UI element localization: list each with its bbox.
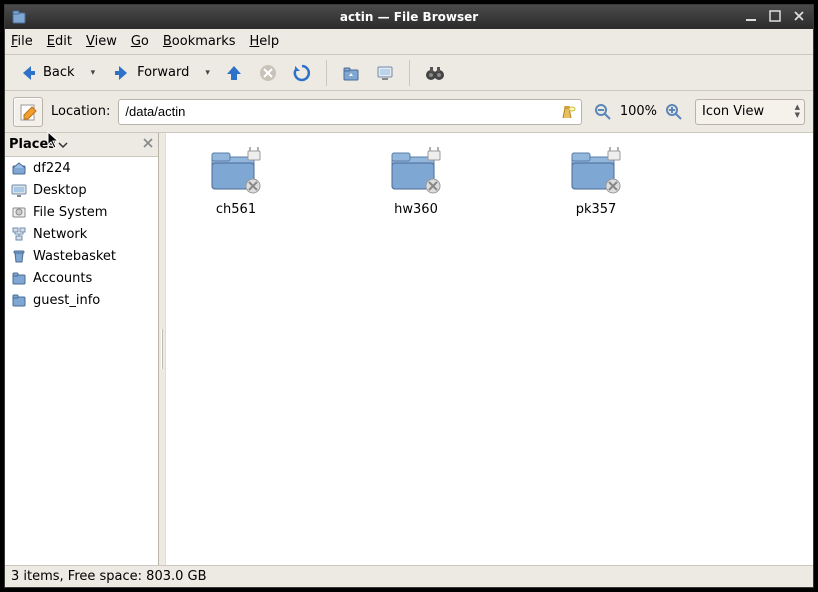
folder-icon [568, 147, 624, 197]
sidebar-close-button[interactable] [142, 137, 154, 153]
file-label: hw360 [390, 201, 442, 218]
sidebar-title: Places [9, 137, 56, 152]
computer-icon [375, 63, 395, 83]
status-text: 3 items, Free space: 803.0 GB [11, 569, 207, 584]
sidebar-item-label: guest_info [33, 293, 100, 308]
search-button[interactable] [420, 60, 450, 86]
file-label: ch561 [212, 201, 260, 218]
menubar: File Edit View Go Bookmarks Help [5, 29, 813, 55]
back-button[interactable]: Back [11, 59, 81, 87]
zoom-in-button[interactable] [661, 100, 687, 124]
file-browser-window: actin — File Browser File Edit View Go B… [4, 4, 814, 588]
forward-history-dropdown[interactable]: ▾ [201, 68, 214, 78]
sidebar-item-label: File System [33, 205, 107, 220]
forward-button[interactable]: Forward [105, 59, 195, 87]
icon-grid: ch561 hw360 pk357 [166, 133, 813, 232]
view-mode-select[interactable]: Icon View ▲▼ [695, 99, 805, 125]
arrow-right-icon [111, 62, 133, 84]
forward-label: Forward [137, 65, 189, 80]
reload-icon [292, 63, 312, 83]
menu-go[interactable]: Go [131, 34, 149, 49]
sidebar-item-desktop[interactable]: Desktop [5, 179, 158, 201]
folder-pk357[interactable]: pk357 [546, 143, 646, 222]
location-input[interactable] [118, 99, 581, 125]
minimize-button[interactable] [741, 7, 761, 25]
home-folder-icon [341, 63, 361, 83]
clear-location-icon[interactable] [560, 104, 576, 120]
binoculars-icon [424, 63, 446, 83]
up-button[interactable] [220, 60, 248, 86]
arrow-left-icon [17, 62, 39, 84]
sidebar-item-accounts[interactable]: Accounts [5, 267, 158, 289]
location-label: Location: [51, 104, 110, 119]
content-pane[interactable]: ch561 hw360 pk357 [165, 133, 813, 565]
close-icon [142, 137, 154, 149]
sidebar: Places df224 Desktop File System Network Was… [5, 133, 159, 565]
maximize-button[interactable] [765, 7, 785, 25]
location-bar: Location: 100% Icon View ▲▼ [5, 91, 813, 133]
zoom-out-button[interactable] [590, 100, 616, 124]
zoom-in-icon [665, 103, 683, 121]
close-button[interactable] [789, 7, 809, 25]
menu-file[interactable]: File [11, 34, 33, 49]
menu-edit[interactable]: Edit [47, 34, 72, 49]
file-label: pk357 [572, 201, 621, 218]
folder-icon [388, 147, 444, 197]
sidebar-item-label: Network [33, 227, 87, 242]
path-edit-toggle[interactable] [13, 97, 43, 127]
back-history-dropdown[interactable]: ▾ [87, 68, 100, 78]
reload-button[interactable] [288, 60, 316, 86]
desktop-icon [11, 182, 27, 198]
updown-icon: ▲▼ [795, 103, 800, 119]
arrow-up-icon [224, 63, 244, 83]
stop-icon [258, 63, 278, 83]
menu-help[interactable]: Help [250, 34, 280, 49]
sidebar-list: df224 Desktop File System Network Wastebaske… [5, 157, 158, 565]
toolbar: Back ▾ Forward ▾ [5, 55, 813, 91]
window-title: actin — File Browser [340, 10, 478, 24]
toolbar-separator [326, 60, 327, 86]
sidebar-item-df224[interactable]: df224 [5, 157, 158, 179]
folder-ch561[interactable]: ch561 [186, 143, 286, 222]
folder-icon [208, 147, 264, 197]
statusbar: 3 items, Free space: 803.0 GB [5, 565, 813, 587]
app-icon [11, 9, 27, 25]
trash-icon [11, 248, 27, 264]
computer-button[interactable] [371, 60, 399, 86]
sidebar-item-guest-info[interactable]: guest_info [5, 289, 158, 311]
toolbar-separator-2 [409, 60, 410, 86]
titlebar: actin — File Browser [5, 5, 813, 29]
home-button[interactable] [337, 60, 365, 86]
network-icon [11, 226, 27, 242]
menu-view[interactable]: View [86, 34, 117, 49]
menu-bookmarks[interactable]: Bookmarks [163, 34, 236, 49]
chevron-down-icon [58, 140, 68, 150]
zoom-level: 100% [620, 104, 657, 119]
sidebar-item-label: Accounts [33, 271, 92, 286]
sidebar-item-network[interactable]: Network [5, 223, 158, 245]
edit-icon [18, 102, 38, 122]
body: Places df224 Desktop File System Network Was… [5, 133, 813, 565]
folder-icon [11, 292, 27, 308]
sidebar-item-label: df224 [33, 161, 71, 176]
sidebar-item-label: Wastebasket [33, 249, 116, 264]
home-icon [11, 160, 27, 176]
back-label: Back [43, 65, 75, 80]
disk-icon [11, 204, 27, 220]
sidebar-header-dropdown[interactable]: Places [9, 137, 68, 152]
stop-button[interactable] [254, 60, 282, 86]
folder-hw360[interactable]: hw360 [366, 143, 466, 222]
sidebar-item-file-system[interactable]: File System [5, 201, 158, 223]
sidebar-item-wastebasket[interactable]: Wastebasket [5, 245, 158, 267]
sidebar-item-label: Desktop [33, 183, 87, 198]
folder-icon [11, 270, 27, 286]
view-mode-label: Icon View [702, 104, 764, 119]
sidebar-header: Places [5, 133, 158, 157]
zoom-out-icon [594, 103, 612, 121]
